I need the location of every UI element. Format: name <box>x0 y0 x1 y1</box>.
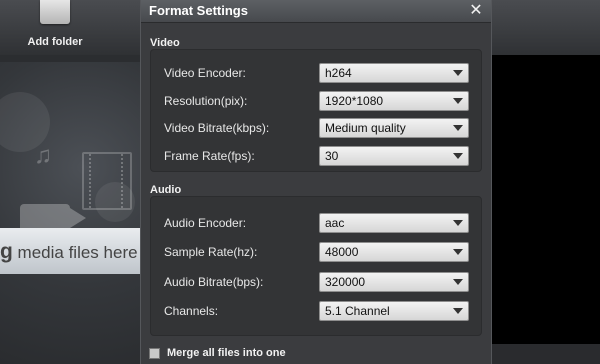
video-section-label: Video <box>150 37 180 49</box>
resolution-value: 1920*1080 <box>325 94 384 108</box>
drop-hint-text-rest: media files here <box>12 243 138 262</box>
format-settings-dialog: Format Settings ✕ Video Video Encoder: h… <box>140 0 492 364</box>
source-panel: Add folder ♫ g media files here <box>0 0 140 364</box>
channels-label: Channels: <box>164 304 219 318</box>
frame-rate-label: Frame Rate(fps): <box>164 149 255 163</box>
video-preview <box>492 55 600 344</box>
add-folder-button[interactable]: Add folder <box>0 36 110 48</box>
audio-bitrate-select[interactable]: 320000 <box>319 272 469 292</box>
merge-files-label[interactable]: Merge all files into one <box>167 347 286 359</box>
audio-bitrate-value: 320000 <box>325 275 366 289</box>
sample-rate-select[interactable]: 48000 <box>319 242 469 262</box>
toolbar: Add folder <box>0 0 140 55</box>
chevron-down-icon <box>453 249 463 255</box>
channels-select[interactable]: 5.1 Channel <box>319 301 469 321</box>
video-bitrate-label: Video Bitrate(kbps): <box>164 121 270 135</box>
video-encoder-select[interactable]: h264 <box>319 63 469 83</box>
folder-icon[interactable] <box>40 0 70 24</box>
drop-hint-text: g media files here <box>0 232 140 272</box>
preview-panel <box>492 0 600 364</box>
audio-encoder-value: aac <box>325 216 345 230</box>
chevron-down-icon <box>453 70 463 76</box>
dialog-titlebar: Format Settings ✕ <box>141 0 491 23</box>
chevron-down-icon <box>453 98 463 104</box>
video-encoder-value: h264 <box>325 66 352 80</box>
drop-hint-text-bold: g <box>0 240 13 263</box>
audio-encoder-label: Audio Encoder: <box>164 216 247 230</box>
video-encoder-label: Video Encoder: <box>164 66 246 80</box>
video-bitrate-select[interactable]: Medium quality <box>319 118 469 138</box>
chevron-down-icon <box>453 125 463 131</box>
frame-rate-select[interactable]: 30 <box>319 146 469 166</box>
chevron-down-icon <box>453 153 463 159</box>
preview-toolbar <box>492 0 600 55</box>
resolution-select[interactable]: 1920*1080 <box>319 91 469 111</box>
chevron-down-icon <box>453 308 463 314</box>
audio-bitrate-label: Audio Bitrate(bps): <box>164 275 264 289</box>
merge-files-checkbox[interactable] <box>149 348 160 359</box>
drop-area[interactable]: ♫ <box>0 62 140 364</box>
close-button[interactable]: ✕ <box>467 0 485 22</box>
preview-controls <box>492 344 600 364</box>
film-strip-icon <box>82 152 132 210</box>
sample-rate-value: 48000 <box>325 245 359 259</box>
chevron-down-icon <box>453 220 463 226</box>
audio-encoder-select[interactable]: aac <box>319 213 469 233</box>
sample-rate-label: Sample Rate(hz): <box>164 245 258 259</box>
dialog-title: Format Settings <box>149 3 248 18</box>
video-bitrate-value: Medium quality <box>325 121 406 135</box>
chevron-down-icon <box>453 279 463 285</box>
frame-rate-value: 30 <box>325 149 339 163</box>
resolution-label: Resolution(pix): <box>164 94 248 108</box>
music-note-icon: ♫ <box>34 142 52 169</box>
channels-value: 5.1 Channel <box>325 304 390 318</box>
audio-section-label: Audio <box>150 184 182 196</box>
